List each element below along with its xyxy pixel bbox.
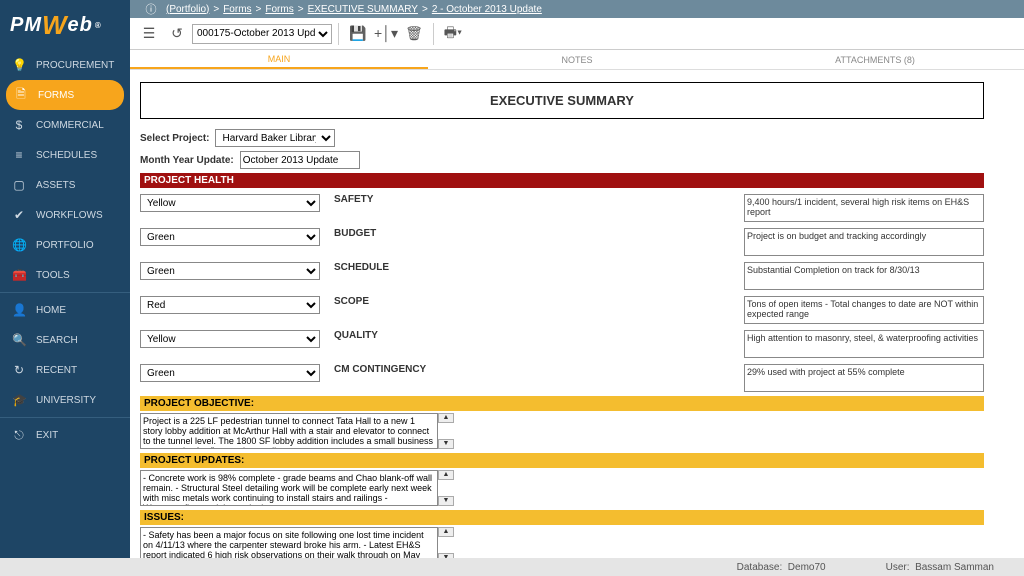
sidebar-item-schedules[interactable]: ≡SCHEDULES bbox=[0, 140, 130, 170]
spin-up-icon[interactable]: ▲ bbox=[438, 413, 454, 423]
dollar-icon: $ bbox=[12, 118, 26, 132]
history-icon: ↻ bbox=[12, 363, 26, 377]
schedule-status[interactable]: Green bbox=[140, 262, 320, 280]
safety-note[interactable]: 9,400 hours/1 incident, several high ris… bbox=[744, 194, 984, 222]
tab-main[interactable]: MAIN bbox=[130, 50, 428, 69]
project-updates-text[interactable]: - Concrete work is 98% complete - grade … bbox=[140, 470, 438, 506]
sidebar-item-portfolio[interactable]: 🌐PORTFOLIO bbox=[0, 230, 130, 260]
form-title: EXECUTIVE SUMMARY bbox=[140, 82, 984, 119]
safety-status[interactable]: Yellow bbox=[140, 194, 320, 212]
scope-label: SCOPE bbox=[334, 296, 369, 307]
sidebar-item-assets[interactable]: ▢ASSETS bbox=[0, 170, 130, 200]
status-bar: Database: Demo70 User: Bassam Samman bbox=[0, 558, 1024, 576]
scope-status[interactable]: Red bbox=[140, 296, 320, 314]
project-updates-header: PROJECT UPDATES: bbox=[140, 453, 984, 468]
toolbar: ☰ ↺ 000175-October 2013 Update 💾 +│▾ 🗑 🖶… bbox=[130, 18, 1024, 50]
tabs: MAIN NOTES ATTACHMENTS (8) bbox=[130, 50, 1024, 70]
sidebar-item-workflows[interactable]: ✔WORKFLOWS bbox=[0, 200, 130, 230]
lightbulb-icon: 💡 bbox=[12, 58, 26, 72]
sidebar-item-commercial[interactable]: $COMMERCIAL bbox=[0, 110, 130, 140]
breadcrumb-record[interactable]: 2 - October 2013 Update bbox=[432, 4, 542, 15]
exit-icon: ⎋ bbox=[12, 428, 26, 443]
month-year-input[interactable] bbox=[240, 151, 360, 169]
database-label: Database: bbox=[737, 562, 783, 573]
select-project-label: Select Project: bbox=[140, 133, 209, 144]
spin-down-icon[interactable]: ▼ bbox=[438, 439, 454, 449]
database-value: Demo70 bbox=[788, 562, 826, 573]
sidebar-item-procurement[interactable]: 💡PROCUREMENT bbox=[0, 50, 130, 80]
sidebar: PMWeb® 💡PROCUREMENT 🗎FORMS $COMMERCIAL ≡… bbox=[0, 0, 130, 576]
sidebar-item-forms[interactable]: 🗎FORMS bbox=[6, 80, 124, 110]
sidebar-item-tools[interactable]: 🧰TOOLS bbox=[0, 260, 130, 290]
history-icon[interactable]: ↺ bbox=[164, 21, 190, 47]
select-project-dropdown[interactable]: Harvard Baker Library Renov bbox=[215, 129, 335, 147]
project-objective-text[interactable]: Project is a 225 LF pedestrian tunnel to… bbox=[140, 413, 438, 449]
safety-label: SAFETY bbox=[334, 194, 373, 205]
issues-header: ISSUES: bbox=[140, 510, 984, 525]
info-icon[interactable]: ⓘ bbox=[142, 0, 160, 18]
schedule-label: SCHEDULE bbox=[334, 262, 389, 273]
bars-icon: ≡ bbox=[12, 148, 26, 162]
budget-label: BUDGET bbox=[334, 228, 376, 239]
sidebar-item-home[interactable]: 👤HOME bbox=[0, 295, 130, 325]
cm-status[interactable]: Green bbox=[140, 364, 320, 382]
user-value: Bassam Samman bbox=[915, 562, 994, 573]
breadcrumb-exec-summary[interactable]: EXECUTIVE SUMMARY bbox=[308, 4, 418, 15]
record-selector[interactable]: 000175-October 2013 Update bbox=[192, 24, 332, 44]
sidebar-item-search[interactable]: 🔍SEARCH bbox=[0, 325, 130, 355]
globe-icon: 🌐 bbox=[12, 238, 26, 252]
app-logo: PMWeb® bbox=[0, 0, 130, 50]
tab-notes[interactable]: NOTES bbox=[428, 50, 726, 69]
box-icon: ▢ bbox=[12, 178, 26, 192]
breadcrumb-forms-2[interactable]: Forms bbox=[265, 4, 293, 15]
breadcrumb-portfolio[interactable]: (Portfolio) bbox=[166, 4, 209, 15]
budget-status[interactable]: Green bbox=[140, 228, 320, 246]
quality-note[interactable]: High attention to masonry, steel, & wate… bbox=[744, 330, 984, 358]
briefcase-icon: 🧰 bbox=[12, 268, 26, 282]
print-icon[interactable]: 🖶▾ bbox=[440, 21, 466, 47]
breadcrumb: ⓘ (Portfolio) > Forms > Forms > EXECUTIV… bbox=[0, 0, 1024, 18]
list-icon[interactable]: ☰ bbox=[136, 21, 162, 47]
graduation-icon: 🎓 bbox=[12, 393, 26, 407]
quality-label: QUALITY bbox=[334, 330, 378, 341]
check-icon: ✔ bbox=[12, 208, 26, 222]
document-icon: 🗎 bbox=[14, 85, 28, 106]
project-objective-header: PROJECT OBJECTIVE: bbox=[140, 396, 984, 411]
issues-text[interactable]: - Safety has been a major focus on site … bbox=[140, 527, 438, 558]
cm-note[interactable]: 29% used with project at 55% complete bbox=[744, 364, 984, 392]
sidebar-item-exit[interactable]: ⎋EXIT bbox=[0, 420, 130, 450]
scope-note[interactable]: Tons of open items - Total changes to da… bbox=[744, 296, 984, 324]
schedule-note[interactable]: Substantial Completion on track for 8/30… bbox=[744, 262, 984, 290]
project-health-header: PROJECT HEALTH bbox=[140, 173, 984, 188]
sidebar-item-university[interactable]: 🎓UNIVERSITY bbox=[0, 385, 130, 415]
form-content: EXECUTIVE SUMMARY Select Project: Harvar… bbox=[130, 72, 1024, 558]
tab-attachments[interactable]: ATTACHMENTS (8) bbox=[726, 50, 1024, 69]
breadcrumb-forms-1[interactable]: Forms bbox=[223, 4, 251, 15]
user-label: User: bbox=[886, 562, 910, 573]
delete-icon[interactable]: 🗑 bbox=[401, 21, 427, 47]
spin-up-icon[interactable]: ▲ bbox=[438, 470, 454, 480]
spin-down-icon[interactable]: ▼ bbox=[438, 496, 454, 506]
avatar-icon: 👤 bbox=[12, 303, 26, 317]
search-icon: 🔍 bbox=[12, 333, 26, 347]
quality-status[interactable]: Yellow bbox=[140, 330, 320, 348]
month-year-label: Month Year Update: bbox=[140, 155, 234, 166]
add-icon[interactable]: +│▾ bbox=[373, 21, 399, 47]
spin-up-icon[interactable]: ▲ bbox=[438, 527, 454, 537]
save-icon[interactable]: 💾 bbox=[345, 21, 371, 47]
sidebar-item-recent[interactable]: ↻RECENT bbox=[0, 355, 130, 385]
cm-label: CM CONTINGENCY bbox=[334, 364, 426, 375]
budget-note[interactable]: Project is on budget and tracking accord… bbox=[744, 228, 984, 256]
